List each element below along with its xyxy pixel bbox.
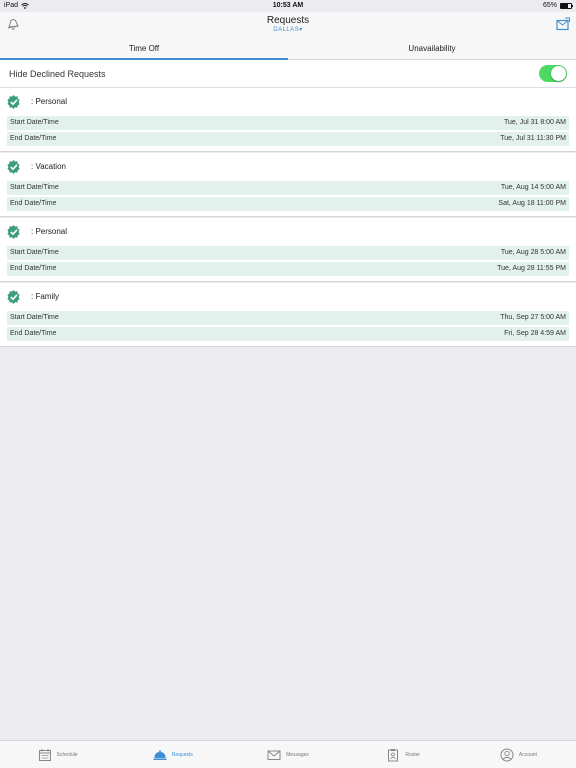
end-row: End Date/Time Tue, Jul 31 11:30 PM	[7, 132, 569, 146]
start-value: Thu, Sep 27 5:00 AM	[500, 314, 566, 321]
status-time: 10:53 AM	[272, 2, 304, 9]
tab-messages-label: Messages	[286, 751, 309, 758]
start-row: Start Date/Time Thu, Sep 27 5:00 AM	[7, 311, 569, 325]
end-row: End Date/Time Fri, Sep 28 4:59 AM	[7, 327, 569, 341]
request-header: : Family	[7, 289, 569, 309]
tab-roster[interactable]: Roster	[346, 741, 461, 768]
tab-account-label: Account	[518, 751, 537, 758]
end-value: Tue, Aug 28 11:55 PM	[497, 265, 566, 272]
end-value: Fri, Sep 28 4:59 AM	[504, 330, 566, 337]
request-type: : Family	[31, 292, 59, 301]
tab-account[interactable]: Account	[461, 741, 576, 768]
clipboard-icon	[388, 748, 399, 761]
approved-check-icon	[7, 225, 20, 239]
battery-icon	[560, 2, 573, 9]
page-title: Requests	[266, 15, 310, 26]
tab-roster-label: Roster	[405, 751, 421, 758]
end-row: End Date/Time Sat, Aug 18 11:00 PM	[7, 197, 569, 211]
request-header: : Vacation	[7, 159, 569, 179]
request-card[interactable]: : Personal Start Date/Time Tue, Jul 31 8…	[0, 88, 576, 152]
tab-unavailability[interactable]: Unavailability	[288, 38, 576, 59]
start-row: Start Date/Time Tue, Jul 31 8:00 AM	[7, 116, 569, 130]
location-label: DALLAS	[273, 27, 300, 33]
hide-declined-label: Hide Declined Requests	[9, 69, 106, 79]
compose-icon[interactable]	[556, 17, 570, 31]
request-header: : Personal	[7, 94, 569, 114]
status-right: 65%	[542, 2, 573, 9]
hide-declined-toggle[interactable]	[539, 65, 567, 82]
service-bell-icon	[153, 749, 167, 760]
battery-percent: 65%	[542, 2, 557, 9]
nav-bar: Requests DALLAS▾	[0, 12, 576, 38]
start-value: Tue, Aug 28 5:00 AM	[500, 249, 566, 256]
tab-schedule[interactable]: Schedule	[0, 741, 115, 768]
location-selector[interactable]: DALLAS▾	[0, 26, 576, 33]
status-bar: iPad 10:53 AM 65%	[0, 0, 576, 12]
tab-requests-label: Requests	[171, 751, 193, 758]
end-label: End Date/Time	[10, 330, 57, 337]
approved-check-icon	[7, 290, 20, 304]
end-label: End Date/Time	[10, 135, 57, 142]
tab-time-off[interactable]: Time Off	[0, 38, 288, 60]
start-value: Tue, Jul 31 8:00 AM	[504, 119, 566, 126]
end-value: Sat, Aug 18 11:00 PM	[498, 200, 566, 207]
approved-check-icon	[7, 160, 20, 174]
tab-schedule-label: Schedule	[56, 751, 78, 758]
start-value: Tue, Aug 14 5:00 AM	[500, 184, 566, 191]
request-header: : Personal	[7, 224, 569, 244]
request-card[interactable]: : Family Start Date/Time Thu, Sep 27 5:0…	[0, 283, 576, 347]
start-label: Start Date/Time	[10, 249, 59, 256]
user-icon	[500, 748, 514, 761]
requests-list: Hide Declined Requests : Personal Start …	[0, 60, 576, 348]
envelope-icon	[267, 750, 281, 760]
start-label: Start Date/Time	[10, 119, 59, 126]
hide-declined-row: Hide Declined Requests	[0, 60, 576, 88]
end-label: End Date/Time	[10, 200, 57, 207]
request-type: : Vacation	[31, 162, 66, 171]
tab-messages[interactable]: Messages	[230, 741, 345, 768]
tab-requests[interactable]: Requests	[115, 741, 230, 768]
start-label: Start Date/Time	[10, 184, 59, 191]
chevron-down-icon: ▾	[299, 27, 303, 33]
toggle-knob	[551, 66, 566, 81]
request-card[interactable]: : Vacation Start Date/Time Tue, Aug 14 5…	[0, 153, 576, 217]
approved-check-icon	[7, 95, 20, 109]
calendar-icon	[38, 748, 51, 761]
request-card[interactable]: : Personal Start Date/Time Tue, Aug 28 5…	[0, 218, 576, 282]
end-label: End Date/Time	[10, 265, 57, 272]
segment-tabs: Time Off Unavailability	[0, 38, 576, 60]
start-label: Start Date/Time	[10, 314, 59, 321]
start-row: Start Date/Time Tue, Aug 28 5:00 AM	[7, 246, 569, 260]
start-row: Start Date/Time Tue, Aug 14 5:00 AM	[7, 181, 569, 195]
end-row: End Date/Time Tue, Aug 28 11:55 PM	[7, 262, 569, 276]
end-value: Tue, Jul 31 11:30 PM	[500, 135, 566, 142]
request-type: : Personal	[31, 97, 68, 106]
bottom-tab-bar: Schedule Requests Messages Roster Accoun…	[0, 740, 576, 768]
request-type: : Personal	[31, 227, 68, 236]
